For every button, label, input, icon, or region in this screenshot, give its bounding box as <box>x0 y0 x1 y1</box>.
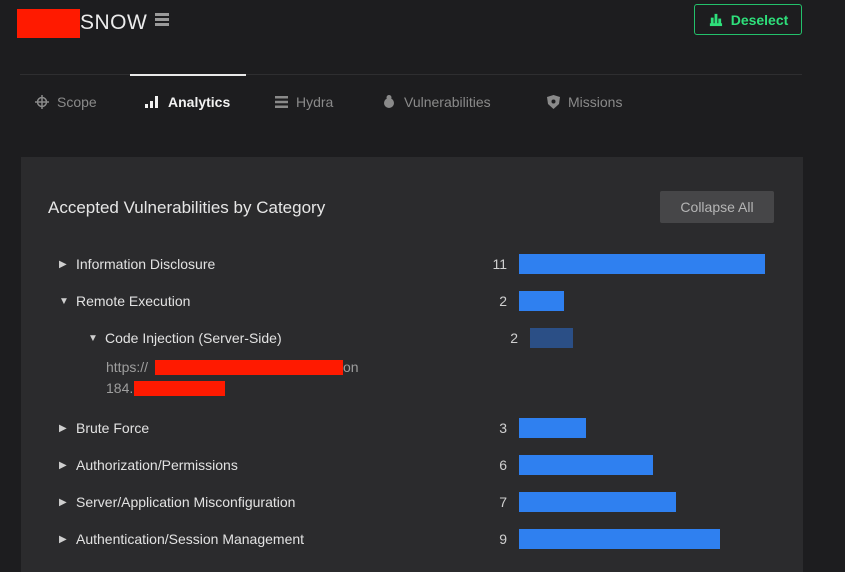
crosshair-icon <box>35 94 49 109</box>
hand-icon <box>709 13 722 27</box>
caret-right-icon: ▶ <box>59 258 67 270</box>
subcategory-label: Code Injection (Server-Side) <box>105 330 282 346</box>
shield-icon <box>547 94 560 109</box>
category-label: Authorization/Permissions <box>76 457 238 473</box>
tab-hydra-label: Hydra <box>296 93 334 110</box>
tab-hydra[interactable]: Hydra <box>275 74 333 129</box>
vulnerability-category-panel: Accepted Vulnerabilities by Category Col… <box>21 157 803 572</box>
category-count: 6 <box>499 457 507 473</box>
tab-bar: Scope Analytics Hydra Vulnerabilities Mi… <box>20 74 802 129</box>
redacted-org-prefix <box>17 9 80 38</box>
category-row-remote-execution[interactable]: ▼ Remote Execution <box>59 290 190 312</box>
subcategory-row-code-injection[interactable]: ▼ Code Injection (Server-Side) <box>88 327 282 349</box>
bug-icon <box>384 95 394 108</box>
top-bar: SNOW Deselect <box>0 0 845 74</box>
caret-right-icon: ▶ <box>59 422 67 434</box>
caret-down-icon: ▼ <box>88 332 98 344</box>
category-row-authorization-permissions[interactable]: ▶ Authorization/Permissions <box>59 454 238 476</box>
tab-missions[interactable]: Missions <box>547 74 622 129</box>
category-bar <box>519 529 720 549</box>
tab-vulnerabilities[interactable]: Vulnerabilities <box>382 74 491 129</box>
tab-scope-label: Scope <box>57 93 97 110</box>
target-url-prefix[interactable]: https:// <box>106 359 148 375</box>
category-bar <box>519 291 564 311</box>
caret-down-icon: ▼ <box>59 295 69 307</box>
caret-right-icon: ▶ <box>59 496 67 508</box>
tab-missions-label: Missions <box>568 93 623 110</box>
list-icon[interactable] <box>155 13 169 29</box>
tab-scope[interactable]: Scope <box>35 74 97 129</box>
panel-title: Accepted Vulnerabilities by Category <box>48 198 326 217</box>
deselect-button[interactable]: Deselect <box>694 4 802 35</box>
subcategory-count: 2 <box>510 330 518 346</box>
bar-chart-icon <box>145 95 158 108</box>
tab-analytics[interactable]: Analytics <box>129 74 247 129</box>
list-icon <box>275 95 288 108</box>
category-bar <box>519 492 676 512</box>
caret-right-icon: ▶ <box>59 459 67 471</box>
category-label: Remote Execution <box>76 293 191 309</box>
redacted-ip <box>134 381 225 396</box>
tab-analytics-label: Analytics <box>168 93 231 110</box>
category-bar <box>519 418 586 438</box>
category-label: Brute Force <box>76 420 150 436</box>
category-count: 2 <box>499 293 507 309</box>
target-ip-prefix[interactable]: 184. <box>106 380 133 396</box>
category-row-authentication-session[interactable]: ▶ Authentication/Session Management <box>59 528 304 550</box>
category-label: Information Disclosure <box>76 256 216 272</box>
org-name[interactable]: SNOW <box>80 11 147 35</box>
target-url-suffix: on <box>343 359 359 375</box>
category-count: 9 <box>499 531 507 547</box>
category-count: 3 <box>499 420 507 436</box>
category-count: 11 <box>492 256 507 272</box>
subcategory-bar <box>530 328 573 348</box>
category-count: 7 <box>499 494 507 510</box>
deselect-label: Deselect <box>730 11 789 28</box>
tab-vulnerabilities-label: Vulnerabilities <box>404 93 491 110</box>
caret-right-icon: ▶ <box>59 533 67 545</box>
category-bar <box>519 455 653 475</box>
collapse-all-button[interactable]: Collapse All <box>660 191 774 223</box>
category-label: Authentication/Session Management <box>76 531 305 547</box>
category-row-brute-force[interactable]: ▶ Brute Force <box>59 417 149 439</box>
redacted-url <box>155 360 343 375</box>
category-row-server-misconfiguration[interactable]: ▶ Server/Application Misconfiguration <box>59 491 295 513</box>
category-row-information-disclosure[interactable]: ▶ Information Disclosure <box>59 253 215 275</box>
category-label: Server/Application Misconfiguration <box>76 494 296 510</box>
category-bar <box>519 254 765 274</box>
